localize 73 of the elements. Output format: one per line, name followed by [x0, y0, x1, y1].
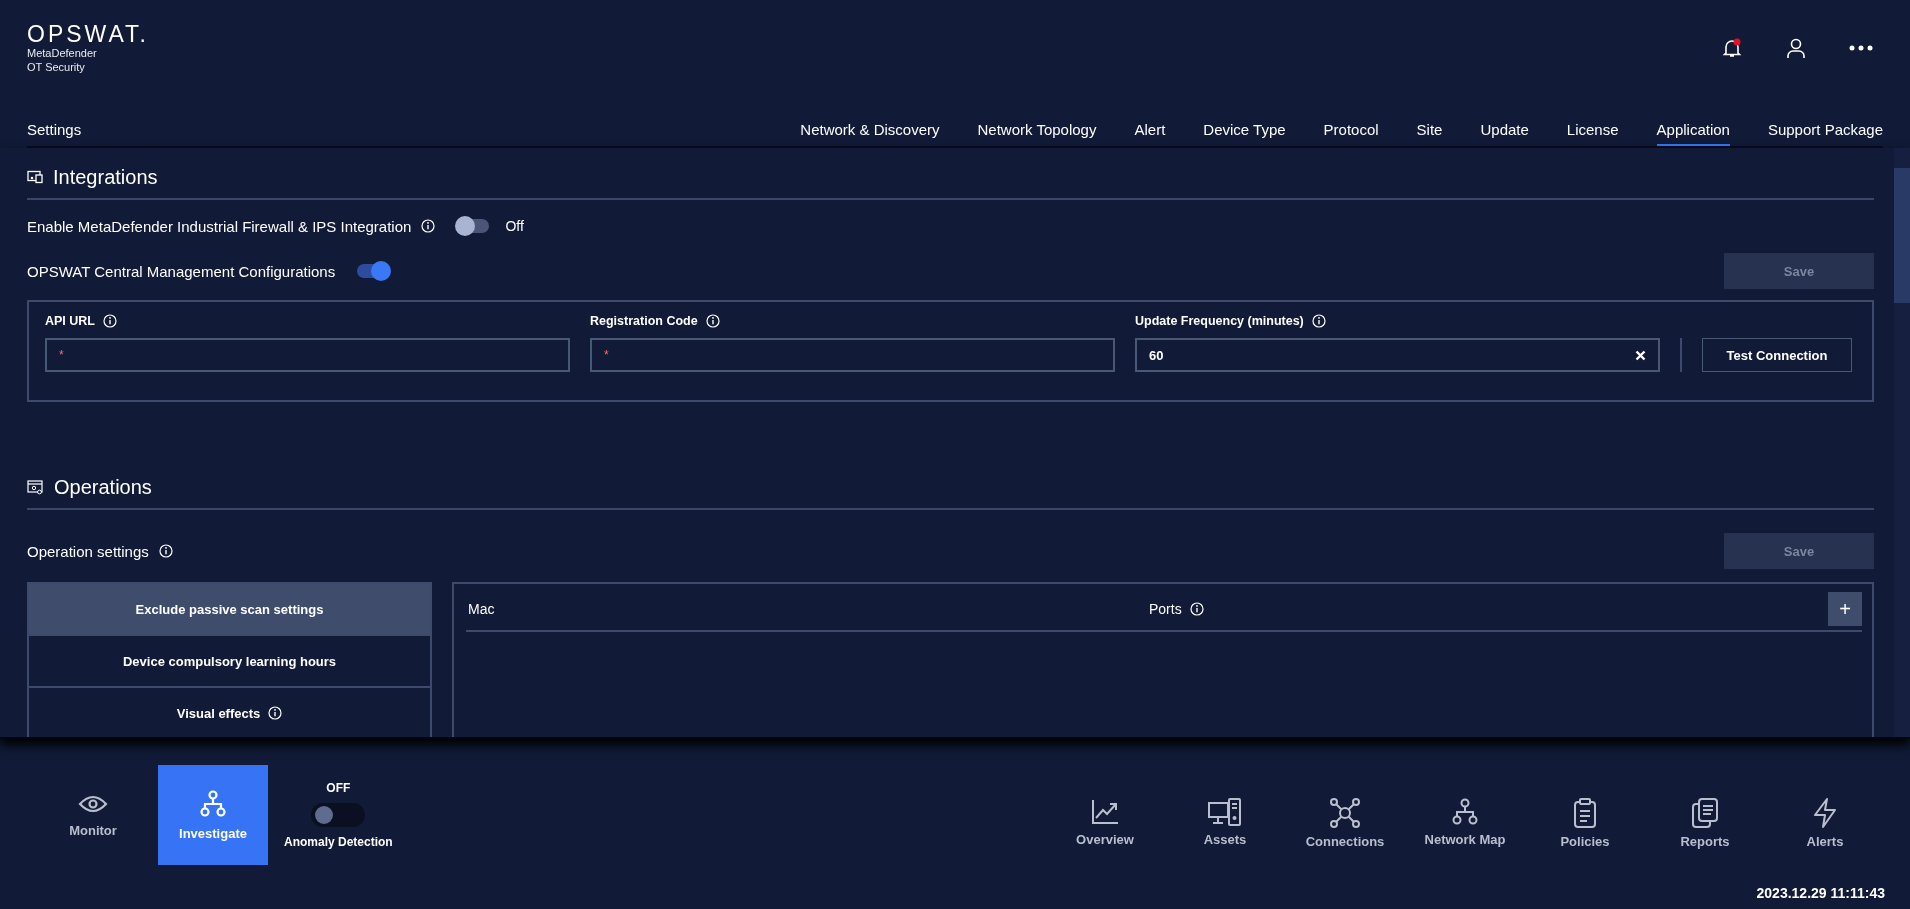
- settings-tab[interactable]: Support Package: [1767, 121, 1883, 146]
- nav-item[interactable]: Network Map: [1405, 797, 1525, 850]
- add-button[interactable]: +: [1828, 592, 1862, 626]
- setting-label: Operation settings: [27, 542, 149, 560]
- setting-label: Enable MetaDefender Industrial Firewall & IPS Integration: [27, 217, 412, 235]
- toggle-state: Off: [505, 218, 524, 234]
- nav-item[interactable]: Overview: [1045, 797, 1165, 850]
- settings-tab[interactable]: License: [1566, 121, 1619, 146]
- devices-icon: [27, 170, 43, 184]
- info-icon[interactable]: [268, 706, 283, 720]
- hierarchy-icon: [199, 789, 227, 818]
- toggle-state: OFF: [326, 781, 351, 795]
- brand-logo: OPSWAT.: [27, 22, 149, 46]
- settings-tab[interactable]: Site: [1416, 121, 1443, 146]
- anomaly-toggle[interactable]: [311, 803, 366, 827]
- field-label: API URL: [45, 314, 95, 328]
- info-icon[interactable]: [421, 219, 436, 233]
- info-icon[interactable]: [1189, 602, 1204, 616]
- input-field[interactable]: *: [590, 338, 1115, 372]
- product-name: MetaDefender: [27, 46, 98, 60]
- settings-tab[interactable]: Alert: [1134, 121, 1166, 146]
- info-icon[interactable]: [158, 544, 173, 558]
- nav-item[interactable]: Policies: [1525, 797, 1645, 850]
- user-icon[interactable]: [1785, 37, 1807, 59]
- field-label: Registration Code: [590, 314, 698, 328]
- input-field[interactable]: 60: [1135, 338, 1660, 372]
- timestamp: 2023.12.29 11:11:43: [1756, 885, 1885, 901]
- hierarchy-icon: [1451, 798, 1479, 826]
- settings-menu-item[interactable]: Exclude passive scan settings: [29, 584, 430, 636]
- product-name: OT Security: [27, 60, 86, 74]
- hub-icon: [1330, 798, 1360, 828]
- toggle-switch[interactable]: [457, 219, 490, 233]
- menu-item-label: Device compulsory learning hours: [122, 653, 337, 669]
- nav-item[interactable]: Reports: [1645, 797, 1765, 850]
- settings-menu-item[interactable]: Device compulsory learning hours: [29, 636, 430, 688]
- column-header: Mac: [468, 601, 495, 617]
- section-title: Integrations: [53, 165, 158, 189]
- computer-icon: [1207, 798, 1243, 826]
- settings-tab[interactable]: Network Topology: [977, 121, 1097, 146]
- settings-tab[interactable]: Update: [1480, 121, 1529, 146]
- settings-tab[interactable]: Protocol: [1323, 121, 1379, 146]
- field-label: Update Frequency (minutes): [1135, 314, 1304, 328]
- settings-menu-item[interactable]: Visual effects: [29, 688, 430, 737]
- line-chart-icon: [1090, 798, 1120, 826]
- menu-item-label: Visual effects: [176, 705, 261, 721]
- setting-label: OPSWAT Central Management Configurations: [27, 262, 336, 280]
- clear-icon[interactable]: [1635, 349, 1646, 361]
- test-connection-button[interactable]: Test Connection: [1702, 338, 1852, 372]
- nav-item[interactable]: Alerts: [1765, 797, 1885, 850]
- mode-button[interactable]: Monitor: [38, 765, 148, 865]
- toggle-label: Anomaly Detection: [284, 835, 393, 849]
- settings-tab[interactable]: Application: [1656, 121, 1730, 146]
- nav-item[interactable]: Assets: [1165, 797, 1285, 850]
- settings-window-icon: [27, 479, 44, 495]
- info-icon[interactable]: [705, 314, 720, 328]
- toggle-switch[interactable]: [357, 264, 390, 278]
- menu-item-label: Exclude passive scan settings: [135, 601, 324, 617]
- info-icon[interactable]: [1311, 314, 1326, 328]
- documents-icon: [1691, 798, 1719, 828]
- clipboard-icon: [1573, 798, 1597, 828]
- settings-tab[interactable]: Network & Discovery: [800, 121, 940, 146]
- scrollbar-thumb[interactable]: [1894, 168, 1910, 303]
- section-title: Operations: [54, 475, 152, 499]
- lightning-icon: [1812, 798, 1838, 828]
- page-title: Settings: [27, 121, 82, 140]
- settings-tab[interactable]: Device Type: [1203, 121, 1286, 146]
- more-options-icon[interactable]: [1849, 45, 1873, 51]
- nav-item[interactable]: Connections: [1285, 797, 1405, 850]
- column-header: Ports: [1149, 601, 1182, 617]
- notification-bell-icon[interactable]: [1721, 37, 1743, 59]
- input-field[interactable]: *: [45, 338, 570, 372]
- mode-button[interactable]: Investigate: [158, 765, 268, 865]
- info-icon[interactable]: [103, 314, 117, 328]
